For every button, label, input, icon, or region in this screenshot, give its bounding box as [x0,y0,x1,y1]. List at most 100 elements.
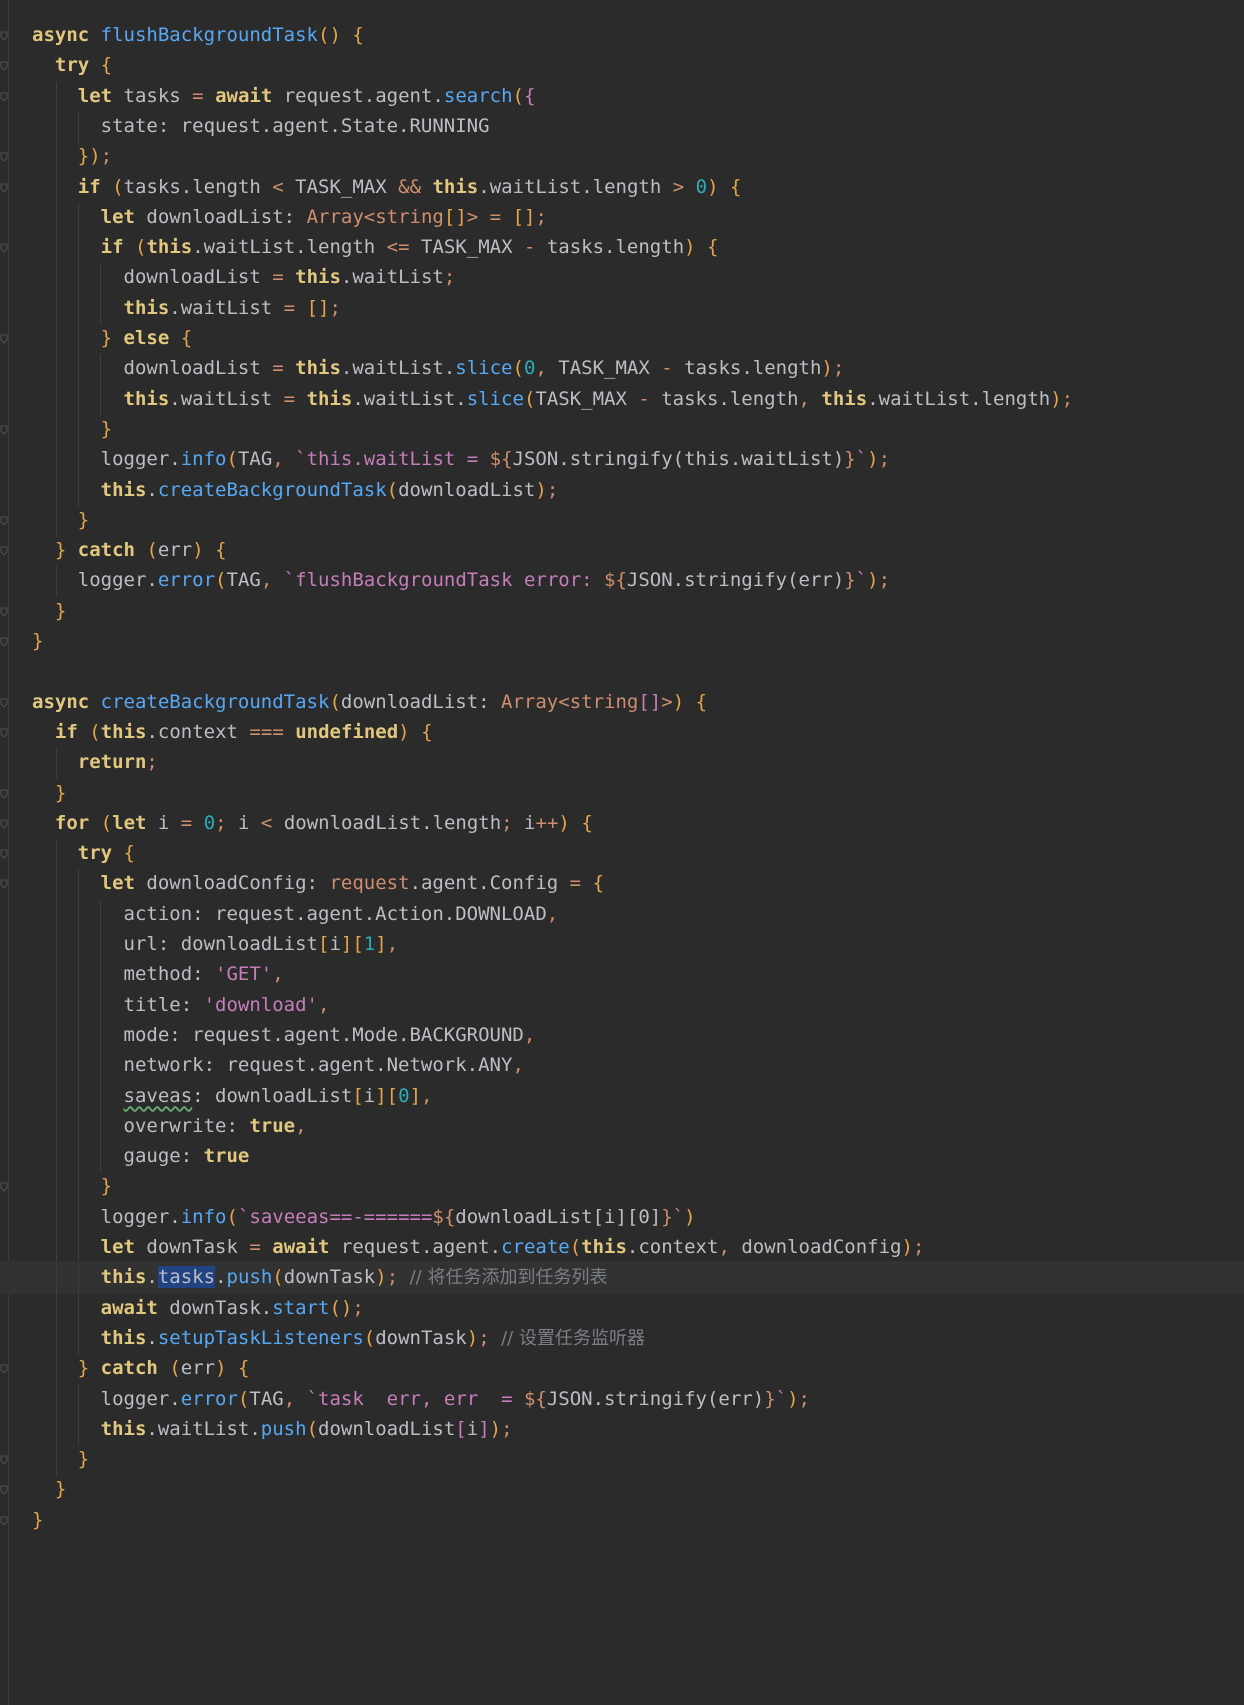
fold-start-icon[interactable] [0,819,9,829]
fold-end-icon[interactable] [0,637,9,647]
code-line[interactable]: } [0,625,1244,658]
code-line[interactable]: async createBackgroundTask(downloadList:… [0,686,1244,719]
code-line[interactable]: } [0,1170,1244,1203]
fold-start-icon[interactable] [0,849,9,859]
code-line[interactable]: method: 'GET', [0,958,1244,991]
fold-start-icon[interactable] [0,546,9,556]
fold-start-icon[interactable] [0,334,9,344]
fold-start-icon[interactable] [0,1364,9,1374]
indent-guide [56,1293,58,1325]
code-line[interactable]: } [0,1473,1244,1506]
fold-end-icon[interactable] [0,516,9,526]
code-line[interactable]: gauge: true [0,1140,1244,1173]
fold-start-icon[interactable] [0,728,9,738]
indent-guide [78,445,80,477]
fold-end-icon[interactable] [0,1516,9,1526]
fold-end-icon[interactable] [0,1485,9,1496]
fold-start-icon[interactable] [0,698,9,708]
code-line[interactable]: } [0,413,1244,446]
indent-guide [56,81,58,113]
code-line[interactable]: let downloadList: Array<string[]> = []; [0,201,1244,234]
indent-guide [78,1263,80,1295]
code-line[interactable]: let downTask = await request.agent.creat… [0,1231,1244,1264]
indent-guide [56,324,58,355]
fold-start-icon[interactable] [0,879,9,890]
code-line[interactable]: } catch (err) { [0,534,1244,567]
code-line[interactable]: logger.info(`saveeas==-======${downloadL… [0,1201,1244,1234]
code-line[interactable]: let tasks = await request.agent.search({ [0,80,1244,113]
code-line[interactable]: this.waitList.push(downloadList[i]); [0,1413,1244,1446]
indent-guide [56,414,58,446]
fold-end-icon[interactable] [0,425,9,435]
code-line[interactable]: if (this.context === undefined) { [0,716,1244,749]
indent-guide [100,1081,102,1113]
fold-start-icon[interactable] [0,243,9,253]
indent-guide [56,142,58,174]
indent-guide [100,263,102,295]
code-line[interactable]: for (let i = 0; i < downloadList.length;… [0,807,1244,840]
indent-guide [100,1020,102,1052]
indent-guide [100,960,102,992]
fold-start-icon[interactable] [0,92,9,102]
code-line[interactable]: title: 'download', [0,989,1244,1022]
code-line[interactable]: let downloadConfig: request.agent.Config… [0,867,1244,900]
indent-guide [56,1051,58,1083]
indent-guide [78,263,80,295]
code-line[interactable]: mode: request.agent.Mode.BACKGROUND, [0,1019,1244,1052]
code-line[interactable]: return; [0,746,1244,779]
fold-end-icon[interactable] [0,1455,9,1465]
code-line[interactable]: this.waitList = []; [0,292,1244,325]
fold-end-icon[interactable] [0,789,9,799]
code-line[interactable]: action: request.agent.Action.DOWNLOAD, [0,898,1244,931]
indent-guide [78,1081,80,1113]
indent-guide [100,1111,102,1143]
code-line[interactable] [0,655,1244,688]
code-line[interactable]: await downTask.start(); [0,1292,1244,1325]
code-line[interactable]: } [0,504,1244,537]
indent-guide [56,384,58,416]
indent-guide [78,1384,80,1416]
code-line[interactable]: async flushBackgroundTask() { [0,19,1244,52]
code-line[interactable]: downloadList = this.waitList.slice(0, TA… [0,352,1244,385]
code-line[interactable]: state: request.agent.State.RUNNING [0,110,1244,143]
code-line[interactable]: overwrite: true, [0,1110,1244,1143]
code-line[interactable]: this.waitList = this.waitList.slice(TASK… [0,383,1244,416]
indent-guide [78,354,80,386]
code-line[interactable]: } else { [0,322,1244,355]
code-line[interactable]: downloadList = this.waitList; [0,261,1244,294]
indent-guide [56,1142,58,1174]
indent-guide [56,505,58,537]
code-line[interactable]: this.setupTaskListeners(downTask); // 设置… [0,1322,1244,1355]
code-line[interactable]: this.createBackgroundTask(downloadList); [0,474,1244,507]
fold-end-icon[interactable] [0,1182,9,1193]
code-line[interactable]: } catch (err) { [0,1352,1244,1385]
code-line[interactable]: logger.error(TAG, `task err, err = ${JSO… [0,1383,1244,1416]
fold-start-icon[interactable] [0,31,9,41]
indent-guide [78,1051,80,1083]
fold-end-icon[interactable] [0,152,9,162]
code-line[interactable]: if (tasks.length < TASK_MAX && this.wait… [0,171,1244,204]
indent-guide [78,1020,80,1052]
fold-end-icon[interactable] [0,607,9,617]
indent-guide [56,354,58,386]
code-line[interactable]: } [0,1504,1244,1537]
code-line[interactable]: } [0,1443,1244,1476]
code-line[interactable]: network: request.agent.Network.ANY, [0,1049,1244,1082]
code-line[interactable]: url: downloadList[i][1], [0,928,1244,961]
code-line-current[interactable]: this.tasks.push(downTask); // 将任务添加到任务列表 [0,1261,1244,1295]
indent-guide [100,384,102,416]
code-line[interactable]: saveas: downloadList[i][0], [0,1080,1244,1113]
indent-guide [56,1263,58,1295]
code-line[interactable]: logger.error(TAG, `flushBackgroundTask e… [0,564,1244,597]
indent-guide [78,414,80,446]
code-editor[interactable]: async flushBackgroundTask() { try { let … [0,0,1244,1705]
code-line[interactable]: } [0,777,1244,810]
fold-start-icon[interactable] [0,61,9,72]
code-line[interactable]: try { [0,837,1244,870]
code-line[interactable]: try { [0,49,1244,82]
code-line[interactable]: } [0,595,1244,628]
code-line[interactable]: if (this.waitList.length <= TASK_MAX - t… [0,231,1244,264]
fold-start-icon[interactable] [0,183,9,193]
code-line[interactable]: }); [0,140,1244,173]
code-line[interactable]: logger.info(TAG, `this.waitList = ${JSON… [0,443,1244,476]
